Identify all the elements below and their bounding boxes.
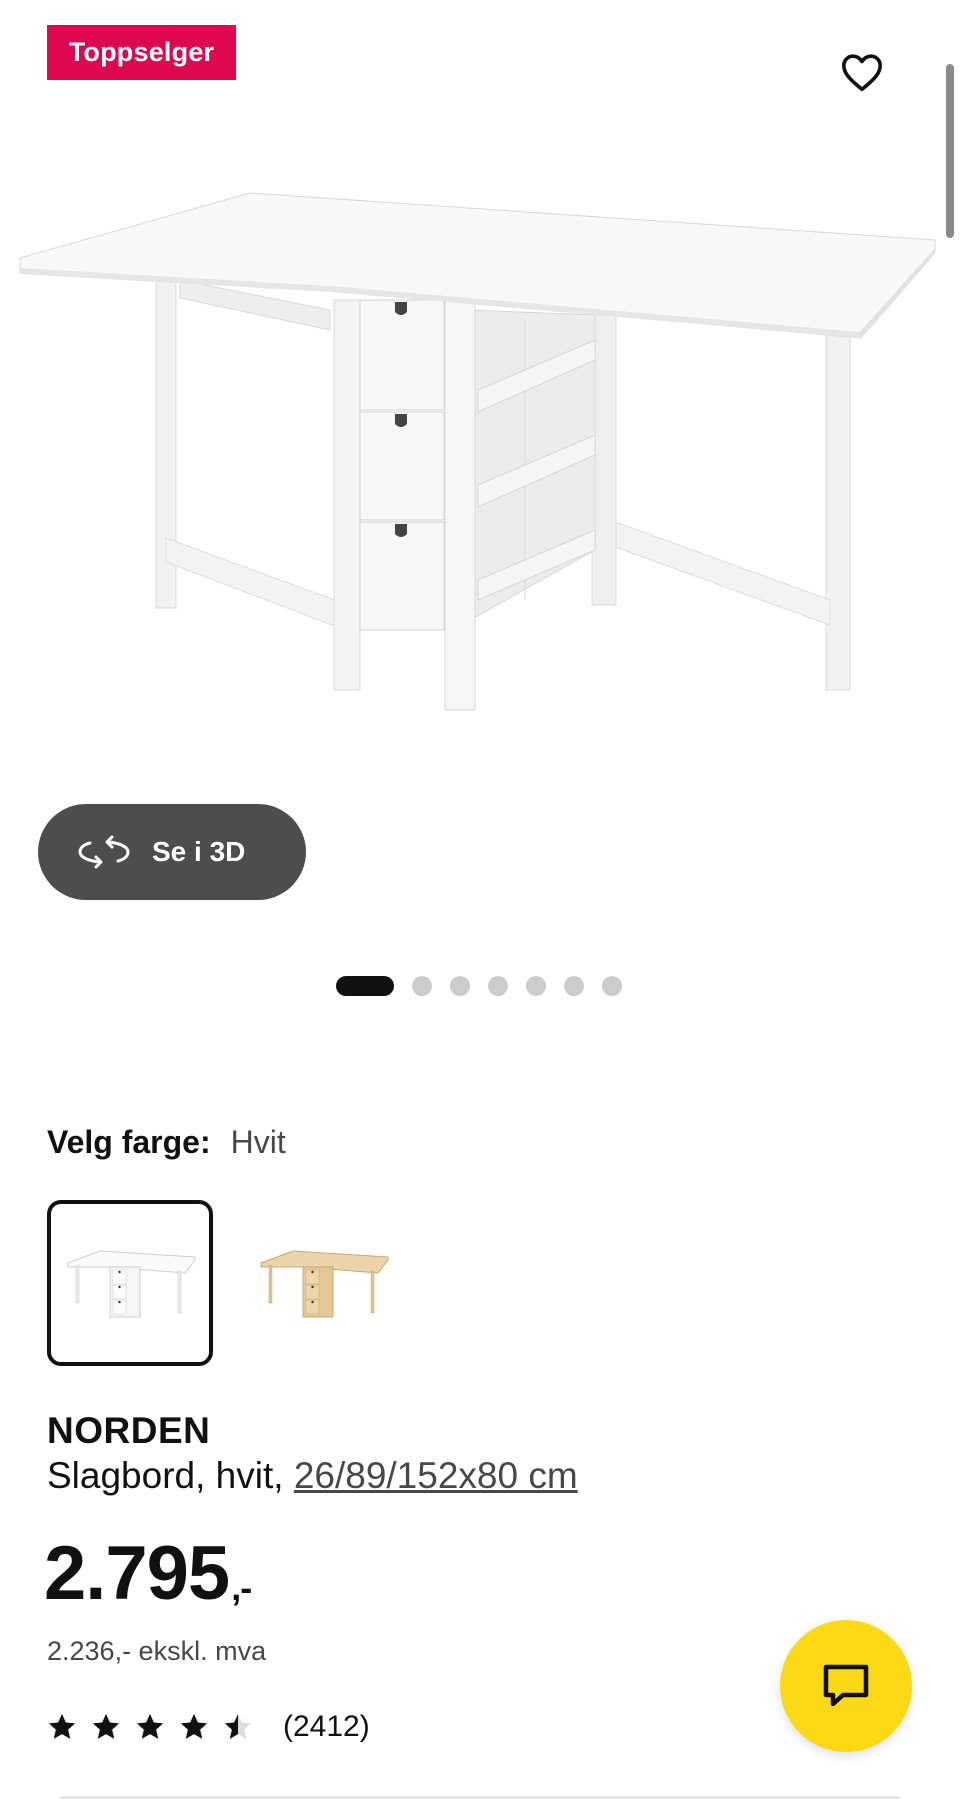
star-icon xyxy=(136,1713,164,1739)
star-icon xyxy=(48,1713,76,1739)
carousel-dot[interactable] xyxy=(412,976,432,996)
carousel-dot[interactable] xyxy=(450,976,470,996)
color-picker-heading: Velg farge: Hvit xyxy=(47,1124,286,1161)
price-excl-vat: 2.236,- ekskl. mva xyxy=(47,1636,267,1666)
product-rating[interactable]: (2412) xyxy=(47,1710,370,1744)
color-picker-label: Velg farge: xyxy=(47,1124,211,1160)
birch-table-thumbnail xyxy=(260,1250,389,1318)
white-table-thumbnail xyxy=(67,1250,196,1318)
rating-stars xyxy=(47,1712,253,1742)
chat-bubble-icon xyxy=(823,1664,869,1707)
carousel-dot[interactable] xyxy=(488,976,508,996)
view-in-3d-label: Se i 3D xyxy=(152,836,246,867)
price-main: 2.795 xyxy=(44,1531,230,1616)
top-seller-badge: Toppselger xyxy=(47,25,236,80)
color-swatch-birch[interactable] xyxy=(240,1200,406,1366)
rotate-360-icon xyxy=(78,835,130,869)
star-icon xyxy=(180,1713,208,1739)
product-price: 2.795 ,- xyxy=(44,1530,252,1617)
price-suffix: ,- xyxy=(231,1567,252,1608)
color-swatch-white[interactable] xyxy=(47,1200,213,1366)
section-divider xyxy=(60,1796,900,1799)
chat-button[interactable] xyxy=(780,1620,912,1752)
product-dimensions-link[interactable]: 26/89/152x80 cm xyxy=(294,1455,578,1496)
view-in-3d-button[interactable]: Se i 3D xyxy=(38,804,306,900)
carousel-dot-active[interactable] xyxy=(336,976,394,996)
product-description: Slagbord, hvit, 26/89/152x80 cm xyxy=(47,1455,578,1497)
carousel-dot[interactable] xyxy=(564,976,584,996)
product-name: NORDEN xyxy=(47,1410,211,1451)
heart-outline-icon xyxy=(841,54,882,92)
carousel-dot[interactable] xyxy=(602,976,622,996)
product-type: Slagbord, hvit, xyxy=(47,1455,294,1496)
carousel-indicator xyxy=(336,976,622,996)
rating-count: (2412) xyxy=(283,1710,370,1743)
carousel-dot[interactable] xyxy=(526,976,546,996)
favorite-button[interactable] xyxy=(836,46,888,98)
star-half-icon xyxy=(224,1713,252,1739)
product-image[interactable] xyxy=(0,150,960,750)
star-icon xyxy=(92,1713,120,1739)
selected-color-value: Hvit xyxy=(230,1124,286,1160)
